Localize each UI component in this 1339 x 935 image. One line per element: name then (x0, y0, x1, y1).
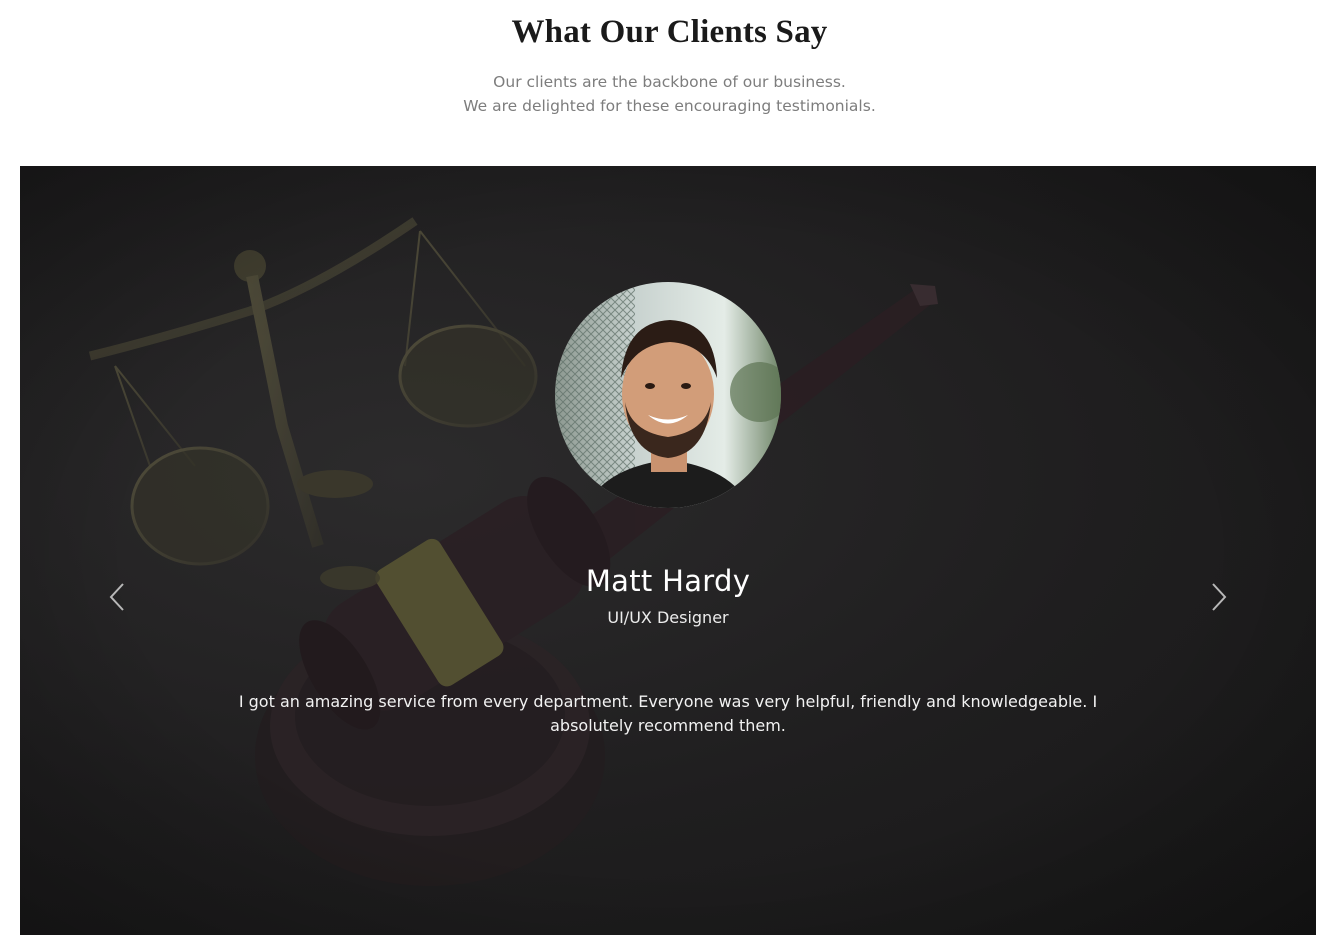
testimonial-slider: Matt Hardy UI/UX Designer I got an amazi… (20, 166, 1316, 935)
client-role: UI/UX Designer (607, 608, 729, 627)
testimonial-quote: I got an amazing service from every depa… (238, 692, 1098, 735)
prev-slide-button[interactable] (103, 580, 131, 614)
chevron-left-icon (109, 583, 124, 611)
client-name: Matt Hardy (585, 564, 751, 598)
client-avatar (555, 282, 781, 508)
section-subtitle: Our clients are the backbone of our busi… (0, 70, 1339, 118)
section-title: What Our Clients Say (511, 14, 828, 50)
client-photo (555, 282, 781, 508)
subtitle-line-2: We are delighted for these encouraging t… (463, 97, 876, 115)
chevron-right-icon (1212, 583, 1227, 611)
next-slide-button[interactable] (1205, 580, 1233, 614)
subtitle-line-1: Our clients are the backbone of our busi… (493, 73, 846, 91)
